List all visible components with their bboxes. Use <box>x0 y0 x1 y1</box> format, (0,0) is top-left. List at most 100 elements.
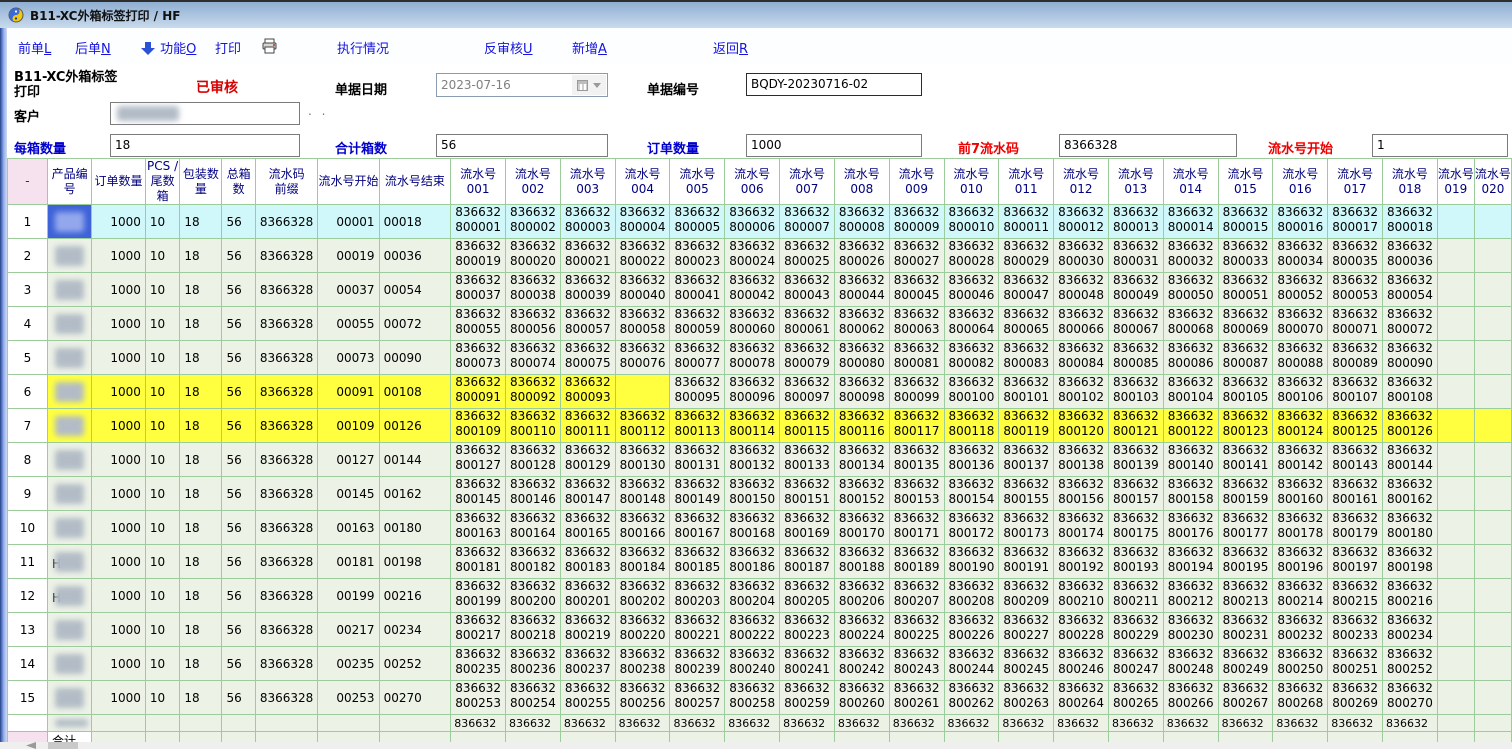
serial-cell[interactable]: 836632800042 <box>725 273 780 307</box>
serial-cell[interactable]: 836632800087 <box>1218 341 1273 375</box>
order-qty-cell[interactable]: 1000 <box>92 409 146 443</box>
customer-lookup-button[interactable]: . . <box>308 104 328 118</box>
serial-cell[interactable] <box>1474 443 1511 477</box>
serial-cell[interactable]: 836632800050 <box>1163 273 1218 307</box>
serial-cell[interactable]: 836632800121 <box>1108 409 1163 443</box>
serial-cell[interactable]: 836632800058 <box>615 307 670 341</box>
serial-cell[interactable]: 836632800004 <box>615 205 670 239</box>
serial-cell[interactable]: 836632800115 <box>780 409 835 443</box>
serial-cell[interactable]: 836632800208 <box>944 579 999 613</box>
serial-cell[interactable] <box>1474 205 1511 239</box>
serial-cell[interactable]: 836632800162 <box>1383 477 1438 511</box>
serial-cell[interactable]: 836632800234 <box>1383 613 1438 647</box>
serial-cell[interactable]: 836632800071 <box>1328 307 1383 341</box>
product-code-cell[interactable] <box>47 715 91 732</box>
toolbar-add-button[interactable]: 新增A <box>572 38 607 57</box>
product-code-cell[interactable] <box>47 647 91 681</box>
serial-cell[interactable]: 836632800187 <box>780 545 835 579</box>
serial-cell[interactable]: 836632800198 <box>1383 545 1438 579</box>
serial-cell[interactable]: 836632800188 <box>834 545 889 579</box>
serial-cell[interactable]: 836632800079 <box>780 341 835 375</box>
serial-start-cell[interactable]: 00235 <box>318 647 379 681</box>
serial-cell[interactable]: 836632800012 <box>1054 205 1109 239</box>
serial-cell[interactable]: 836632800039 <box>560 273 615 307</box>
serial-cell[interactable]: 836632800153 <box>889 477 944 511</box>
total-boxes-cell[interactable]: 56 <box>222 477 255 511</box>
serial-cell[interactable]: 836632800047 <box>999 273 1054 307</box>
serial-cell[interactable]: 836632800014 <box>1163 205 1218 239</box>
pcs-tail-cell[interactable]: 10 <box>145 307 179 341</box>
serial-cell[interactable]: 836632800139 <box>1108 443 1163 477</box>
serial-cell[interactable]: 836632800254 <box>506 681 561 715</box>
serial-cell[interactable]: 836632800268 <box>1273 681 1328 715</box>
serial-start-cell[interactable]: 00181 <box>318 545 379 579</box>
serial-prefix-cell[interactable]: 8366328 <box>255 613 317 647</box>
serial-end-cell[interactable]: 00216 <box>379 579 451 613</box>
serial-cell[interactable]: 836632800163 <box>451 511 506 545</box>
pcs-tail-cell[interactable]: 10 <box>145 545 179 579</box>
product-code-cell[interactable] <box>47 443 91 477</box>
row-number-cell[interactable]: 11 <box>8 545 48 579</box>
order-qty-cell[interactable]: 1000 <box>92 647 146 681</box>
row-number-cell[interactable]: 1 <box>8 205 48 239</box>
serial-cell[interactable]: 836632800118 <box>944 409 999 443</box>
order-qty-cell[interactable]: 1000 <box>92 613 146 647</box>
serial-cell[interactable]: 836632800185 <box>670 545 725 579</box>
serial-end-cell[interactable]: 00072 <box>379 307 451 341</box>
serial-cell[interactable]: 836632800176 <box>1163 511 1218 545</box>
serial-cell[interactable]: 836632 <box>1273 715 1328 732</box>
serial-cell[interactable]: 836632800049 <box>1108 273 1163 307</box>
serial-cell[interactable]: 836632800221 <box>670 613 725 647</box>
serial-cell[interactable]: 836632800148 <box>615 477 670 511</box>
row-number-cell[interactable]: 5 <box>8 341 48 375</box>
serial-cell[interactable]: 836632800130 <box>615 443 670 477</box>
serial-cell[interactable]: 836632 <box>944 715 999 732</box>
serial-cell[interactable]: 836632800131 <box>670 443 725 477</box>
serial-cell[interactable]: 836632800009 <box>889 205 944 239</box>
cell[interactable] <box>318 715 379 732</box>
serial-end-cell[interactable]: 00198 <box>379 545 451 579</box>
serial-cell[interactable]: 836632800145 <box>451 477 506 511</box>
pcs-tail-cell[interactable]: 10 <box>145 375 179 409</box>
serial-cell[interactable]: 836632800255 <box>560 681 615 715</box>
pack-qty-cell[interactable]: 18 <box>180 647 222 681</box>
serial-cell[interactable]: 836632800190 <box>944 545 999 579</box>
serial-start-cell[interactable]: 00001 <box>318 205 379 239</box>
serial-end-cell[interactable]: 00162 <box>379 477 451 511</box>
serial-cell[interactable]: 836632800142 <box>1273 443 1328 477</box>
serial-cell[interactable]: 836632800093 <box>560 375 615 409</box>
serial-cell[interactable]: 836632800141 <box>1218 443 1273 477</box>
total-boxes-cell[interactable]: 56 <box>222 409 255 443</box>
serial-cell[interactable]: 836632800240 <box>725 647 780 681</box>
pcs-tail-cell[interactable]: 10 <box>145 477 179 511</box>
serial-cell[interactable]: 836632800095 <box>670 375 725 409</box>
serial-cell[interactable]: 836632800249 <box>1218 647 1273 681</box>
serial-end-cell[interactable]: 00252 <box>379 647 451 681</box>
serial-cell[interactable]: 836632800270 <box>1383 681 1438 715</box>
serial-cell[interactable] <box>1474 341 1511 375</box>
serial-cell[interactable] <box>1437 681 1474 715</box>
serial-cell[interactable]: 836632800184 <box>615 545 670 579</box>
order-qty-cell[interactable]: 1000 <box>92 511 146 545</box>
row-number-cell[interactable]: 14 <box>8 647 48 681</box>
row-number-cell[interactable]: 15 <box>8 681 48 715</box>
pack-qty-cell[interactable]: 18 <box>180 443 222 477</box>
serial-cell[interactable]: 836632800229 <box>1108 613 1163 647</box>
row-number-cell[interactable]: 8 <box>8 443 48 477</box>
cell[interactable] <box>222 715 255 732</box>
serial-cell[interactable]: 836632800040 <box>615 273 670 307</box>
serial-cell[interactable]: 836632800164 <box>506 511 561 545</box>
serial-end-cell[interactable]: 00108 <box>379 375 451 409</box>
serial-start-cell[interactable]: 00055 <box>318 307 379 341</box>
serial-cell[interactable]: 836632800036 <box>1383 239 1438 273</box>
serial-start-cell[interactable]: 00037 <box>318 273 379 307</box>
serial-cell[interactable] <box>1437 715 1474 732</box>
serial-cell[interactable]: 836632800003 <box>560 205 615 239</box>
pack-qty-cell[interactable]: 18 <box>180 681 222 715</box>
toolbar-execution-button[interactable]: 执行情况 <box>337 38 389 57</box>
total-boxes-cell[interactable]: 56 <box>222 273 255 307</box>
serial-cell[interactable]: 836632800028 <box>944 239 999 273</box>
serial-cell[interactable]: 836632800252 <box>1383 647 1438 681</box>
serial-cell[interactable]: 836632800212 <box>1163 579 1218 613</box>
serial-cell[interactable]: 836632800119 <box>999 409 1054 443</box>
